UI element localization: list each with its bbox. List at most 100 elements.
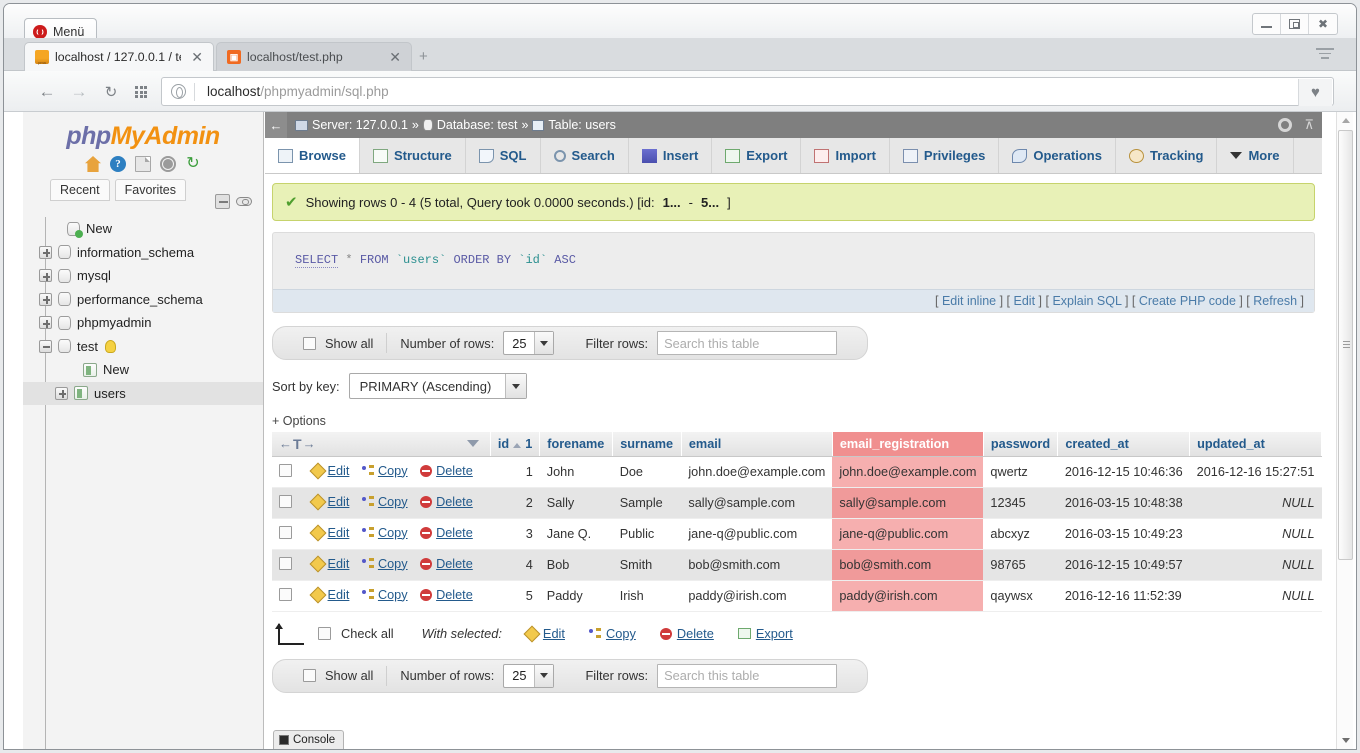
tree-item-users[interactable]: users — [23, 381, 263, 405]
row-edit-link[interactable]: Edit — [309, 524, 349, 541]
column-header-surname[interactable]: surname — [612, 432, 682, 457]
tab-more[interactable]: More — [1217, 138, 1294, 173]
expand-icon[interactable] — [39, 245, 52, 259]
chevron-down-icon[interactable] — [466, 440, 479, 448]
show-all-checkbox-bottom[interactable] — [303, 669, 316, 682]
speed-dial-button[interactable] — [130, 82, 152, 102]
browser-tab-1-close-icon[interactable]: ✕ — [385, 50, 401, 64]
show-all-checkbox-top[interactable] — [303, 336, 316, 350]
check-all-checkbox[interactable] — [318, 627, 331, 640]
home-icon[interactable] — [85, 156, 101, 172]
tree-item-performance-schema[interactable]: performance_schema — [23, 288, 263, 312]
move-columns-control[interactable]: ← T → — [279, 436, 483, 452]
row-delete-link[interactable]: Delete — [420, 495, 473, 509]
number-of-rows-select-top[interactable]: 25 — [503, 331, 555, 355]
select-all-arrow-icon[interactable] — [272, 622, 304, 645]
column-header-email-registration[interactable]: email_registration — [832, 432, 984, 457]
new-tab-button[interactable]: + — [419, 49, 433, 65]
number-of-rows-select-bottom[interactable]: 25 — [503, 663, 555, 688]
with-selected-export[interactable]: Export — [737, 626, 793, 641]
with-selected-copy[interactable]: Copy — [588, 626, 636, 641]
column-header-email[interactable]: email — [681, 432, 833, 457]
settings-gear-icon[interactable] — [1278, 118, 1293, 132]
maximize-button[interactable] — [1281, 14, 1309, 34]
console-toggle[interactable]: Console — [273, 730, 345, 749]
row-copy-link[interactable]: Copy — [361, 526, 408, 540]
row-edit-link[interactable]: Edit — [309, 586, 349, 603]
collapse-icon[interactable]: ⊼ — [1304, 117, 1314, 133]
column-header-password[interactable]: password — [983, 432, 1059, 457]
breadcrumb-table[interactable]: Table: users — [548, 118, 615, 132]
tree-item-new-table[interactable]: New — [23, 358, 263, 382]
row-copy-link[interactable]: Copy — [361, 557, 408, 571]
tab-sql[interactable]: SQL — [466, 138, 541, 173]
browser-tab-0[interactable]: localhost / 127.0.0.1 / test ✕ — [24, 42, 214, 71]
collapse-icon[interactable] — [39, 339, 52, 353]
expand-icon[interactable] — [39, 292, 52, 306]
scrollbar-thumb[interactable] — [1338, 130, 1353, 560]
row-edit-link[interactable]: Edit — [309, 462, 349, 479]
reload-icon[interactable]: ↻ — [185, 156, 201, 172]
tab-browse[interactable]: Browse — [265, 138, 360, 173]
link-edit[interactable]: Edit — [1014, 294, 1036, 308]
column-header-updated-at[interactable]: updated_at — [1189, 432, 1322, 457]
collapse-all-icon[interactable] — [215, 194, 230, 209]
settings-gear-icon[interactable] — [160, 156, 176, 172]
tree-item-test[interactable]: test — [23, 335, 263, 359]
breadcrumb-server[interactable]: Server: 127.0.0.1 — [312, 118, 408, 132]
link-edit-inline[interactable]: Edit inline — [942, 294, 996, 308]
tree-item-phpmyadmin[interactable]: phpmyadmin — [23, 311, 263, 335]
tab-privileges[interactable]: Privileges — [890, 138, 1000, 173]
help-icon[interactable]: ? — [110, 156, 126, 172]
column-header-id[interactable]: id 1 — [490, 432, 541, 457]
page-scrollbar[interactable] — [1336, 112, 1353, 749]
scroll-up-button[interactable] — [1337, 112, 1354, 129]
row-checkbox[interactable] — [279, 556, 292, 570]
row-checkbox[interactable] — [279, 525, 292, 539]
row-delete-link[interactable]: Delete — [420, 464, 473, 478]
sidebar-tab-favorites[interactable]: Favorites — [114, 179, 187, 201]
row-delete-link[interactable]: Delete — [420, 526, 473, 540]
url-bar[interactable]: localhost/phpmyadmin/sql.php ♥ — [161, 77, 1334, 106]
minimize-button[interactable] — [1253, 14, 1281, 34]
forward-button[interactable]: → — [68, 82, 90, 102]
link-with-main-panel-icon[interactable] — [236, 197, 252, 206]
reload-button[interactable]: ↻ — [100, 82, 122, 102]
expand-icon[interactable] — [55, 386, 68, 400]
row-delete-link[interactable]: Delete — [420, 557, 473, 571]
filter-rows-input-bottom[interactable]: Search this table — [657, 663, 838, 688]
tab-list-menu-icon[interactable] — [1316, 48, 1334, 62]
row-copy-link[interactable]: Copy — [361, 588, 408, 602]
sidebar-tab-recent[interactable]: Recent — [50, 179, 110, 201]
expand-icon[interactable] — [39, 269, 52, 283]
scroll-down-button[interactable] — [1337, 732, 1354, 749]
back-button[interactable]: ← — [36, 82, 58, 102]
browser-tab-1[interactable]: ▣ localhost/test.php ✕ — [216, 42, 412, 71]
tab-tracking[interactable]: Tracking — [1116, 138, 1218, 173]
column-header-created-at[interactable]: created_at — [1057, 432, 1191, 457]
browser-tab-0-close-icon[interactable]: ✕ — [187, 50, 203, 64]
tab-structure[interactable]: Structure — [360, 138, 466, 173]
row-edit-link[interactable]: Edit — [309, 555, 349, 572]
row-delete-link[interactable]: Delete — [420, 588, 473, 602]
tab-operations[interactable]: Operations — [999, 138, 1116, 173]
close-button[interactable]: ✖ — [1309, 14, 1337, 34]
row-checkbox[interactable] — [279, 494, 292, 508]
link-refresh[interactable]: Refresh — [1253, 294, 1297, 308]
row-checkbox[interactable] — [279, 463, 292, 477]
row-copy-link[interactable]: Copy — [361, 495, 408, 509]
docs-icon[interactable] — [135, 156, 151, 172]
tree-item-information-schema[interactable]: information_schema — [23, 241, 263, 265]
heart-icon[interactable]: ♥ — [1298, 79, 1332, 106]
tab-import[interactable]: Import — [801, 138, 890, 173]
phpmyadmin-logo[interactable]: phpMyAdmin — [23, 112, 263, 151]
sql-query-text[interactable]: SELECT * FROM `users` ORDER BY `id` ASC — [273, 233, 1314, 289]
with-selected-edit[interactable]: Edit — [523, 625, 565, 642]
breadcrumb-back-button[interactable]: ← — [265, 112, 287, 138]
row-copy-link[interactable]: Copy — [361, 464, 408, 478]
column-header-forename[interactable]: forename — [539, 432, 614, 457]
tab-export[interactable]: Export — [712, 138, 802, 173]
options-toggle-link[interactable]: + Options — [272, 414, 1322, 428]
sort-by-key-select[interactable]: PRIMARY (Ascending) — [348, 373, 528, 399]
tree-item-mysql[interactable]: mysql — [23, 264, 263, 288]
